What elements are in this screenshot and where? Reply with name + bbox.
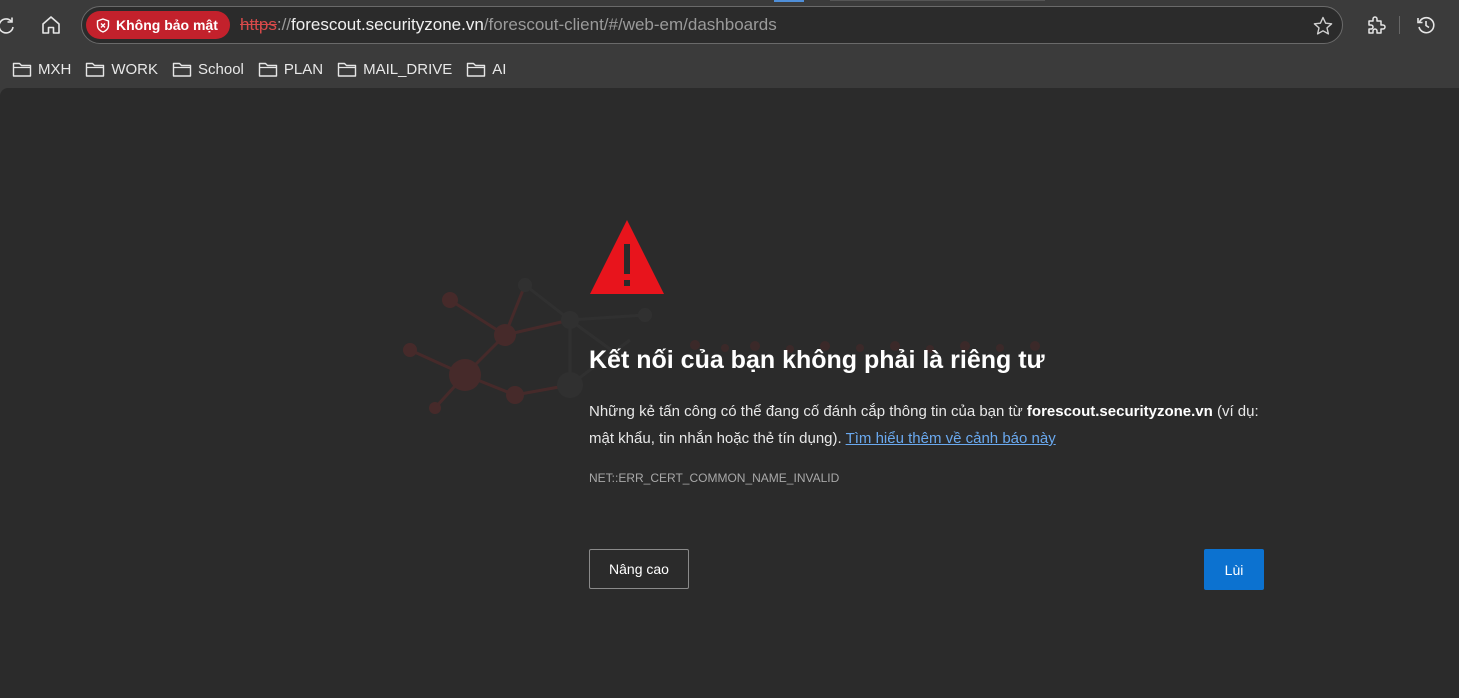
- folder-icon: [337, 62, 357, 77]
- tab-strip-edge: [830, 0, 1045, 1]
- bookmark-folder-work[interactable]: WORK: [79, 54, 164, 84]
- url-separator: ://: [276, 15, 292, 34]
- bookmark-folder-mxh[interactable]: MXH: [6, 54, 77, 84]
- error-description-text: Những kẻ tấn công có thể đang cố đánh cắ…: [589, 403, 1027, 420]
- url-path: /forescout-client/#/web-em/dashboards: [483, 15, 777, 34]
- address-bar[interactable]: Không bảo mật https://forescout.security…: [81, 6, 1343, 44]
- bookmark-label: AI: [492, 60, 507, 78]
- home-icon: [42, 16, 60, 34]
- extensions-icon: [1368, 16, 1386, 34]
- error-title: Kết nối của bạn không phải là riêng tư: [589, 346, 1045, 374]
- learn-more-link[interactable]: Tìm hiểu thêm về cảnh báo này: [846, 430, 1056, 447]
- error-host: forescout.securityzone.vn: [1026, 403, 1213, 420]
- error-description: Những kẻ tấn công có thể đang cố đánh cắ…: [589, 398, 1279, 452]
- security-badge-label: Không bảo mật: [116, 17, 218, 33]
- bookmarks-bar: MXH WORK School PLAN MAIL_DRIVE AI: [0, 50, 1459, 88]
- folder-icon: [12, 62, 32, 77]
- toolbar-separator: [1399, 16, 1400, 34]
- bookmark-label: PLAN: [283, 60, 324, 78]
- bookmark-folder-school[interactable]: School: [166, 54, 250, 84]
- back-button[interactable]: Lùi: [1204, 549, 1264, 590]
- extensions-button[interactable]: [1360, 9, 1392, 41]
- folder-icon: [258, 62, 278, 77]
- url-host: forescout.securityzone.vn: [291, 15, 484, 34]
- favorite-button[interactable]: [1310, 13, 1336, 39]
- bookmark-label: School: [198, 60, 244, 78]
- security-badge[interactable]: Không bảo mật: [86, 11, 230, 39]
- folder-icon: [467, 62, 486, 77]
- folder-icon: [86, 62, 105, 77]
- history-icon: [1417, 16, 1435, 34]
- browser-toolbar: Không bảo mật https://forescout.security…: [0, 0, 1459, 50]
- url-text[interactable]: https://forescout.securityzone.vn/foresc…: [240, 15, 777, 35]
- bookmark-folder-mail-drive[interactable]: MAIL_DRIVE: [331, 54, 458, 84]
- folder-icon: [172, 62, 192, 77]
- reload-icon: [0, 17, 14, 34]
- active-tab-indicator: [774, 0, 804, 2]
- url-scheme: https: [240, 15, 277, 34]
- shield-warning-icon: [96, 17, 110, 33]
- bookmark-label: MAIL_DRIVE: [363, 60, 453, 78]
- warning-icon: [590, 220, 664, 294]
- home-button[interactable]: [35, 9, 67, 41]
- bookmark-folder-plan[interactable]: PLAN: [252, 54, 329, 84]
- reload-button[interactable]: [0, 9, 22, 41]
- advanced-button[interactable]: Nâng cao: [589, 549, 689, 589]
- bookmark-label: MXH: [38, 60, 72, 78]
- bookmark-label: WORK: [111, 60, 159, 78]
- history-button[interactable]: [1410, 9, 1442, 41]
- bookmark-folder-ai[interactable]: AI: [460, 54, 512, 84]
- star-icon: [1313, 16, 1333, 35]
- error-code: NET::ERR_CERT_COMMON_NAME_INVALID: [589, 471, 840, 485]
